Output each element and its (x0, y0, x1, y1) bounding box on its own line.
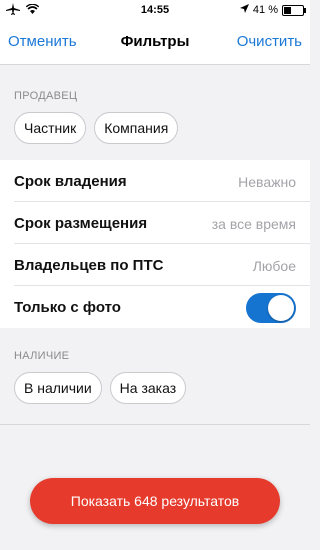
battery-percent: 41 % (252, 4, 278, 16)
chip-on-order[interactable]: На заказ (109, 372, 187, 404)
availability-section-title: НАЛИЧИЕ (14, 350, 70, 362)
availability-options: В наличии На заказ (14, 372, 187, 404)
row-photo-only: Только с фото (0, 286, 310, 328)
clear-button[interactable]: Очистить (237, 33, 302, 50)
section-divider (0, 424, 310, 425)
row-label: Срок владения (14, 173, 127, 190)
row-label: Только с фото (14, 299, 121, 316)
row-value: за все время (211, 216, 296, 232)
location-arrow-icon (239, 4, 249, 16)
row-value: Неважно (238, 174, 296, 190)
filter-list: Срок владения Неважно Срок размещения за… (0, 160, 310, 328)
chip-private-seller[interactable]: Частник (14, 112, 87, 144)
nav-bar: Отменить Фильтры Очистить (0, 20, 310, 65)
status-right: 41 % (239, 4, 306, 16)
chip-in-stock[interactable]: В наличии (14, 372, 102, 404)
row-owners-count[interactable]: Владельцев по ПТС Любое (0, 244, 310, 286)
chip-company[interactable]: Компания (94, 112, 179, 144)
status-bar: 14:55 41 % (0, 0, 310, 20)
toggle-knob (268, 295, 294, 321)
row-label: Срок размещения (14, 215, 148, 232)
seller-options: Частник Компания (14, 112, 179, 144)
row-value: Любое (252, 258, 296, 274)
show-results-button[interactable]: Показать 648 результатов (30, 478, 280, 524)
row-listing-period[interactable]: Срок размещения за все время (0, 202, 310, 244)
photo-only-toggle[interactable] (246, 293, 296, 323)
battery-icon (282, 4, 306, 16)
row-label: Владельцев по ПТС (14, 257, 164, 274)
row-ownership-period[interactable]: Срок владения Неважно (0, 160, 310, 202)
seller-section-title: ПРОДАВЕЦ (14, 90, 78, 102)
